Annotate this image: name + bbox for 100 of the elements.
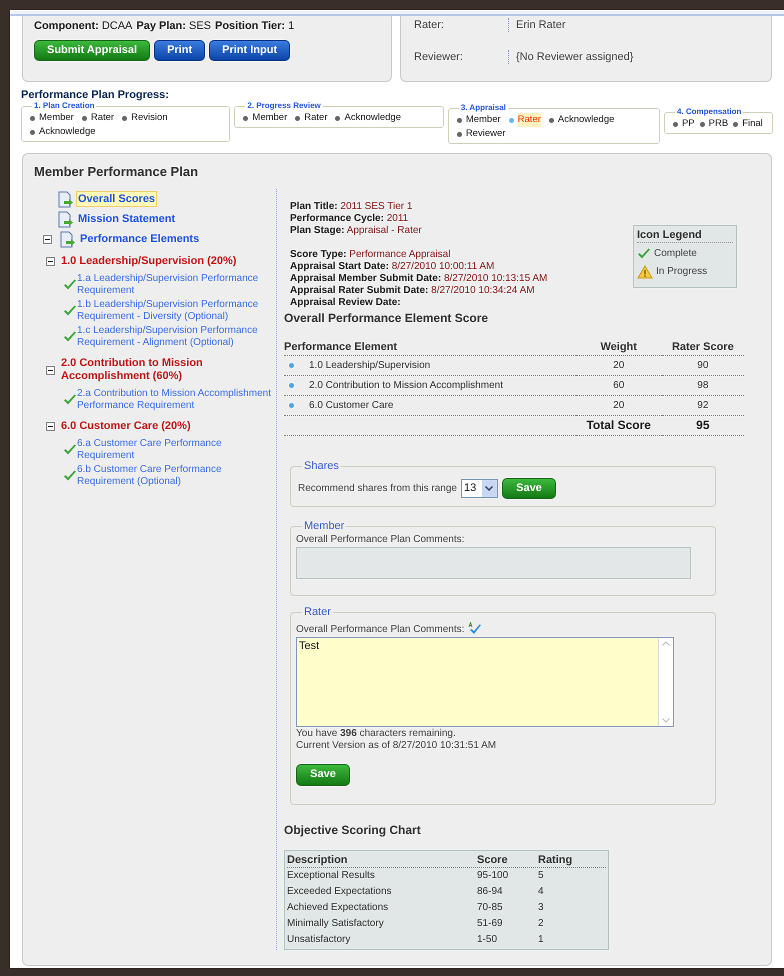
bullet-icon bbox=[289, 383, 294, 388]
total-value: 95 bbox=[696, 418, 710, 432]
print-button[interactable]: Print bbox=[154, 40, 206, 61]
legend-title: Icon Legend bbox=[637, 228, 733, 243]
group-legend: Shares bbox=[302, 460, 341, 472]
element-heading[interactable]: 2.0 Contribution to Mission Accomplishment (60%) bbox=[61, 357, 261, 383]
panel-title: Member Performance Plan bbox=[33, 163, 200, 180]
print-button[interactable]: Print Input bbox=[209, 40, 290, 61]
document-arrow-icon bbox=[58, 190, 74, 208]
requirement-link[interactable]: 1.b Leadership/Supervision Performance Requirement - Diversity (Optional) bbox=[77, 299, 273, 323]
collapse-icon[interactable] bbox=[46, 257, 55, 266]
table-cell-text: 2 bbox=[538, 916, 545, 930]
requirement-link[interactable]: 1.a Leadership/Supervision Performance Requirement bbox=[77, 273, 273, 297]
collapse-icon[interactable] bbox=[46, 422, 55, 431]
field-label: Reviewer: bbox=[414, 50, 464, 64]
table-cell: 60 bbox=[613, 380, 624, 391]
shares-label: Recommend shares from this range bbox=[298, 482, 457, 496]
field-value: Erin Rater bbox=[508, 18, 566, 32]
remaining-text: You have 396 characters remaining. bbox=[296, 728, 457, 740]
submit-button[interactable]: Submit Appraisal bbox=[34, 40, 150, 61]
requirement-link[interactable]: 1.c Leadership/Supervision Performance Requirement - Alignment (Optional) bbox=[77, 325, 273, 349]
group-legend: Rater bbox=[302, 606, 333, 618]
column-header: Rating bbox=[538, 852, 574, 866]
scroll-down-icon[interactable] bbox=[662, 718, 670, 722]
table-cell-text: 95-100 bbox=[477, 868, 510, 882]
collapse-icon[interactable] bbox=[46, 366, 55, 374]
document-arrow-icon bbox=[60, 230, 76, 248]
table-cell-text: Achieved Expectations bbox=[287, 900, 390, 914]
step-label: Member bbox=[466, 113, 501, 127]
table-cell-text: 2.0 Contribution to Mission Accomplishment bbox=[309, 379, 503, 393]
info-field: Appraisal Review Date: bbox=[290, 297, 548, 309]
legend-label: Complete bbox=[654, 248, 697, 260]
scroll-up-icon[interactable] bbox=[662, 640, 670, 646]
nav-link[interactable]: Mission Statement bbox=[76, 211, 178, 227]
check-icon bbox=[63, 470, 77, 482]
step-label: Acknowledge bbox=[39, 125, 96, 139]
table-cell-text: 6.0 Customer Care bbox=[309, 399, 394, 413]
element-heading[interactable]: 1.0 Leadership/Supervision (20%) bbox=[61, 255, 261, 268]
step-label: Revision bbox=[131, 111, 168, 125]
requirement-link[interactable]: 2.a Contribution to Mission Accomplishment Performance Requirement bbox=[77, 388, 273, 412]
save-button[interactable]: Save bbox=[296, 764, 350, 786]
requirement-link[interactable]: 6.b Customer Care Performance Requirement (Optional) bbox=[77, 464, 273, 488]
table-cell-text: 5 bbox=[538, 868, 545, 882]
element-heading[interactable]: 6.0 Customer Care (20%) bbox=[61, 420, 261, 433]
header-field: Position Tier: 1 bbox=[215, 19, 294, 33]
stage-title: 2. Progress Review bbox=[245, 101, 323, 111]
step-label: Member bbox=[252, 111, 288, 125]
comments-label: Overall Performance Plan Comments: bbox=[296, 622, 464, 636]
header-field: Pay Plan: SES bbox=[136, 19, 211, 33]
table-cell: 90 bbox=[697, 360, 708, 371]
step-label: Rater bbox=[90, 111, 114, 125]
table-cell: 92 bbox=[697, 400, 708, 411]
stage-title: 4. Compensation bbox=[674, 107, 744, 117]
nav-link[interactable]: Overall Scores bbox=[76, 191, 158, 207]
check-icon bbox=[63, 331, 77, 343]
info-field: Plan Stage: Appraisal - Rater bbox=[290, 225, 548, 237]
caret-icon bbox=[485, 486, 494, 490]
step-label: Acknowledge bbox=[344, 111, 401, 125]
scrollbar[interactable] bbox=[658, 638, 673, 726]
table-cell-text: 4 bbox=[538, 884, 545, 898]
column-header: Rater Score bbox=[662, 340, 744, 356]
table-cell-text: 3 bbox=[538, 900, 545, 914]
step-label: Member bbox=[39, 111, 74, 125]
save-button[interactable]: Save bbox=[502, 478, 556, 498]
info-field: Score Type: Performance Appraisal bbox=[290, 249, 548, 261]
field-value: {No Reviewer assigned} bbox=[508, 50, 634, 64]
step-label: Acknowledge bbox=[558, 113, 614, 127]
table-cell-text: 51-69 bbox=[477, 916, 504, 930]
document-arrow-icon bbox=[58, 210, 74, 228]
section-heading: Overall Performance Element Score bbox=[284, 311, 490, 326]
table-cell-text: 86-94 bbox=[477, 884, 504, 898]
requirement-link[interactable]: 6.a Customer Care Performance Requirement bbox=[77, 438, 273, 462]
nav-link[interactable]: Performance Elements bbox=[78, 231, 202, 247]
legend-label: In Progress bbox=[656, 266, 708, 278]
comments-label: Overall Performance Plan Comments: bbox=[296, 532, 466, 546]
shares-select[interactable]: 13 bbox=[460, 478, 498, 498]
collapse-icon[interactable] bbox=[43, 234, 52, 244]
info-field: Appraisal Rater Submit Date: 8/27/2010 10:34:24 AM bbox=[290, 285, 548, 297]
table-cell-text: 70-85 bbox=[477, 900, 504, 914]
table-cell-text: 1.0 Leadership/Supervision bbox=[309, 359, 430, 373]
step-label: Reviewer bbox=[466, 127, 506, 141]
step-label: Rater bbox=[518, 113, 541, 127]
table-cell-text: 1 bbox=[538, 932, 545, 946]
check-icon bbox=[637, 248, 651, 260]
step-label: PP bbox=[682, 117, 695, 131]
check-icon bbox=[63, 305, 77, 317]
stage-title: 3. Appraisal bbox=[458, 103, 508, 113]
info-field: Appraisal Start Date: 8/27/2010 10:00:11 AM bbox=[290, 261, 548, 273]
column-header: Performance Element bbox=[284, 340, 576, 356]
table-cell: 20 bbox=[613, 360, 624, 371]
info-field: Performance Cycle: 2011 bbox=[290, 213, 548, 225]
comments-field[interactable]: Test bbox=[296, 636, 674, 726]
column-header: Description bbox=[287, 852, 349, 866]
table-cell-text: Unsatisfactory bbox=[287, 932, 352, 946]
section-heading: Objective Scoring Chart bbox=[284, 822, 422, 838]
total-label: Total Score bbox=[586, 418, 651, 432]
info-field: Appraisal Member Submit Date: 8/27/2010 10:13:15 AM bbox=[290, 273, 548, 285]
spellcheck-icon[interactable] bbox=[468, 622, 482, 636]
check-icon bbox=[63, 444, 77, 456]
table-cell-text: Exceptional Results bbox=[287, 868, 376, 882]
